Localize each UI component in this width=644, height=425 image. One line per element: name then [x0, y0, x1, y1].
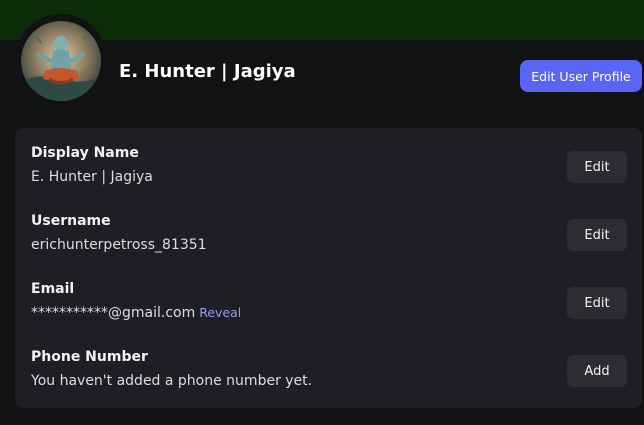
- profile-display-title: E. Hunter | Jagiya: [119, 61, 296, 82]
- phone-number-field: Phone Number You haven't added a phone n…: [31, 349, 627, 397]
- edit-username-button[interactable]: Edit: [567, 219, 627, 251]
- email-label: Email: [31, 281, 75, 297]
- avatar-wrapper[interactable]: [14, 14, 108, 108]
- reveal-email-link[interactable]: Reveal: [199, 305, 241, 320]
- avatar[interactable]: [21, 21, 101, 101]
- phone-number-value: You haven't added a phone number yet.: [31, 373, 313, 389]
- account-info-card: Display Name E. Hunter | Jagiya Edit Use…: [15, 128, 642, 408]
- edit-display-name-button[interactable]: Edit: [567, 151, 627, 183]
- display-name-value: E. Hunter | Jagiya: [31, 169, 153, 185]
- username-field: Username erichunterpetross_81351 Edit: [31, 213, 627, 261]
- edit-email-button[interactable]: Edit: [567, 287, 627, 319]
- phone-number-label: Phone Number: [31, 349, 148, 365]
- add-phone-number-button[interactable]: Add: [567, 355, 627, 387]
- edit-user-profile-button[interactable]: Edit User Profile: [520, 60, 642, 92]
- username-value: erichunterpetross_81351: [31, 237, 207, 253]
- display-name-field: Display Name E. Hunter | Jagiya Edit: [31, 145, 627, 193]
- display-name-label: Display Name: [31, 145, 139, 161]
- email-value: ***********@gmail.com: [31, 305, 196, 321]
- account-page: E. Hunter | Jagiya Edit User Profile Dis…: [0, 0, 644, 425]
- email-field: Email ***********@gmail.com Reveal Edit: [31, 281, 627, 329]
- email-value-row: ***********@gmail.com Reveal: [31, 305, 241, 321]
- username-label: Username: [31, 213, 111, 229]
